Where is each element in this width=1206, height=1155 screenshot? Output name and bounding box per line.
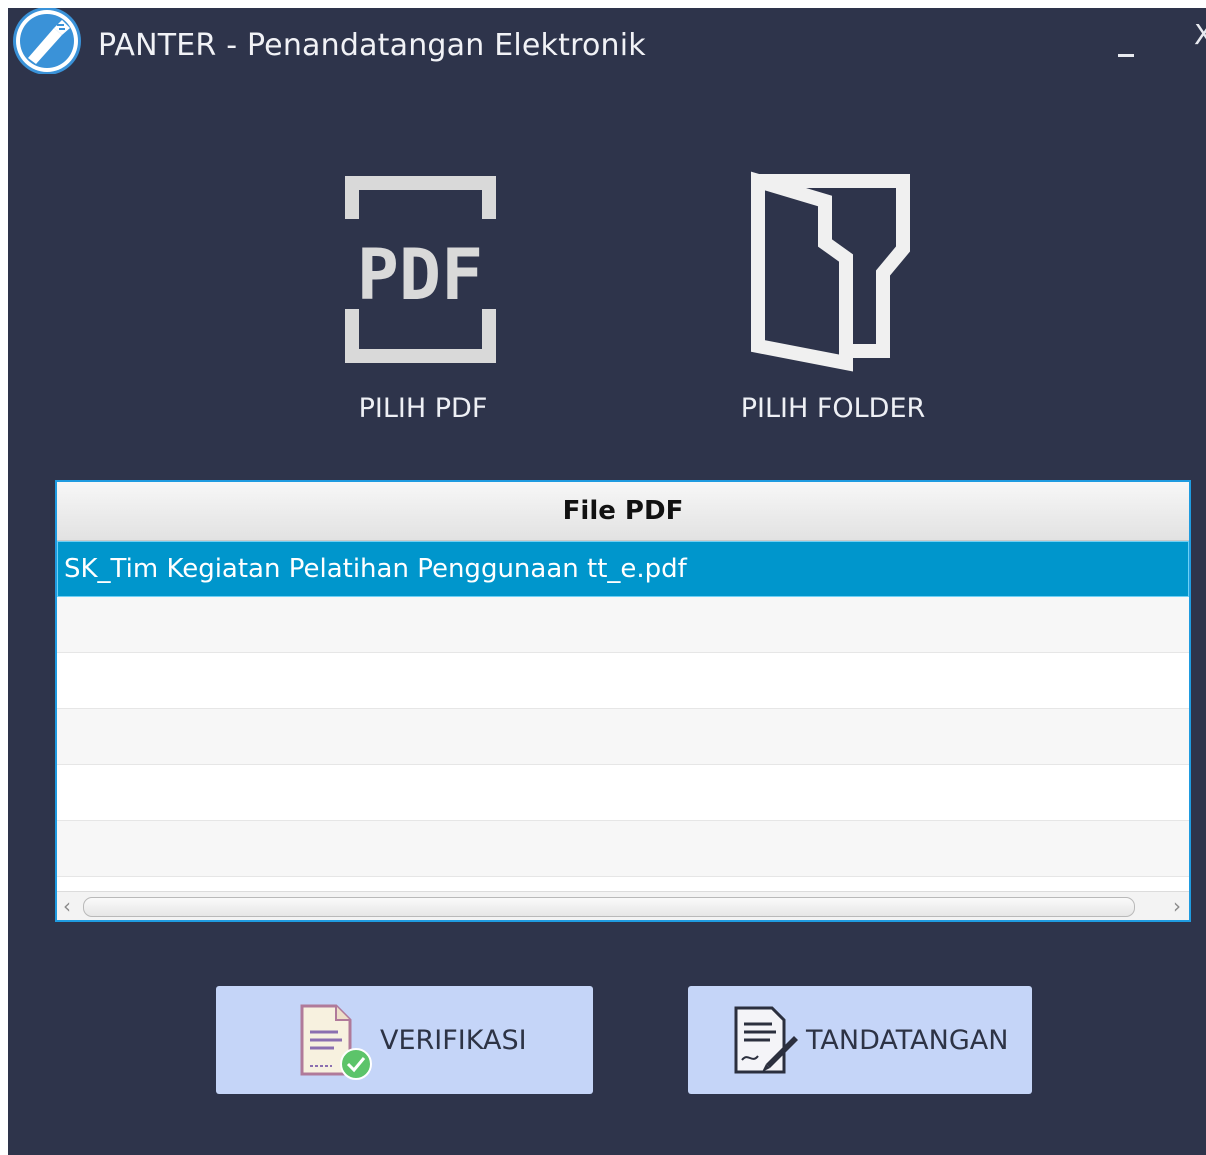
verify-button[interactable]: VERIFIKASI [216,986,593,1094]
app-logo-icon [10,8,84,75]
choose-folder-label: PILIH FOLDER [740,393,926,424]
sign-button[interactable]: TANDATANGAN [688,986,1032,1094]
scroll-right-icon[interactable]: › [1167,892,1187,920]
minimize-icon [1118,54,1134,57]
pdf-file-icon: PDF [345,176,496,363]
table-header-file-pdf[interactable]: File PDF [57,482,1189,541]
folder-icon [751,171,910,372]
verify-label: VERIFIKASI [380,1024,527,1056]
file-table: File PDF SK_Tim Kegiatan Pelatihan Pengg… [55,480,1191,922]
table-row[interactable] [57,821,1189,877]
table-rows: SK_Tim Kegiatan Pelatihan Penggunaan tt_… [57,541,1189,877]
table-row[interactable] [57,653,1189,709]
pdf-icon-text: PDF [357,234,483,316]
app-window: PANTER - Penandatangan Elektronik X PDF … [8,8,1206,1155]
table-row[interactable] [57,709,1189,765]
choose-pdf-button[interactable]: PDF PILIH PDF [308,163,538,433]
horizontal-scrollbar[interactable]: ‹ › [57,891,1189,920]
minimize-button[interactable] [1116,44,1138,62]
table-row[interactable] [57,765,1189,821]
document-verified-icon [300,1004,372,1080]
scroll-left-icon[interactable]: ‹ [57,892,77,920]
sign-label: TANDATANGAN [806,1024,1009,1056]
table-row[interactable] [57,597,1189,653]
table-row[interactable]: SK_Tim Kegiatan Pelatihan Penggunaan tt_… [57,541,1189,597]
choose-folder-button[interactable]: PILIH FOLDER [713,163,953,433]
close-button[interactable]: X [1194,20,1206,50]
window-title: PANTER - Penandatangan Elektronik [98,28,646,63]
choose-pdf-label: PILIH PDF [358,393,488,424]
document-sign-icon [734,1006,798,1074]
scrollbar-thumb[interactable] [83,897,1135,917]
